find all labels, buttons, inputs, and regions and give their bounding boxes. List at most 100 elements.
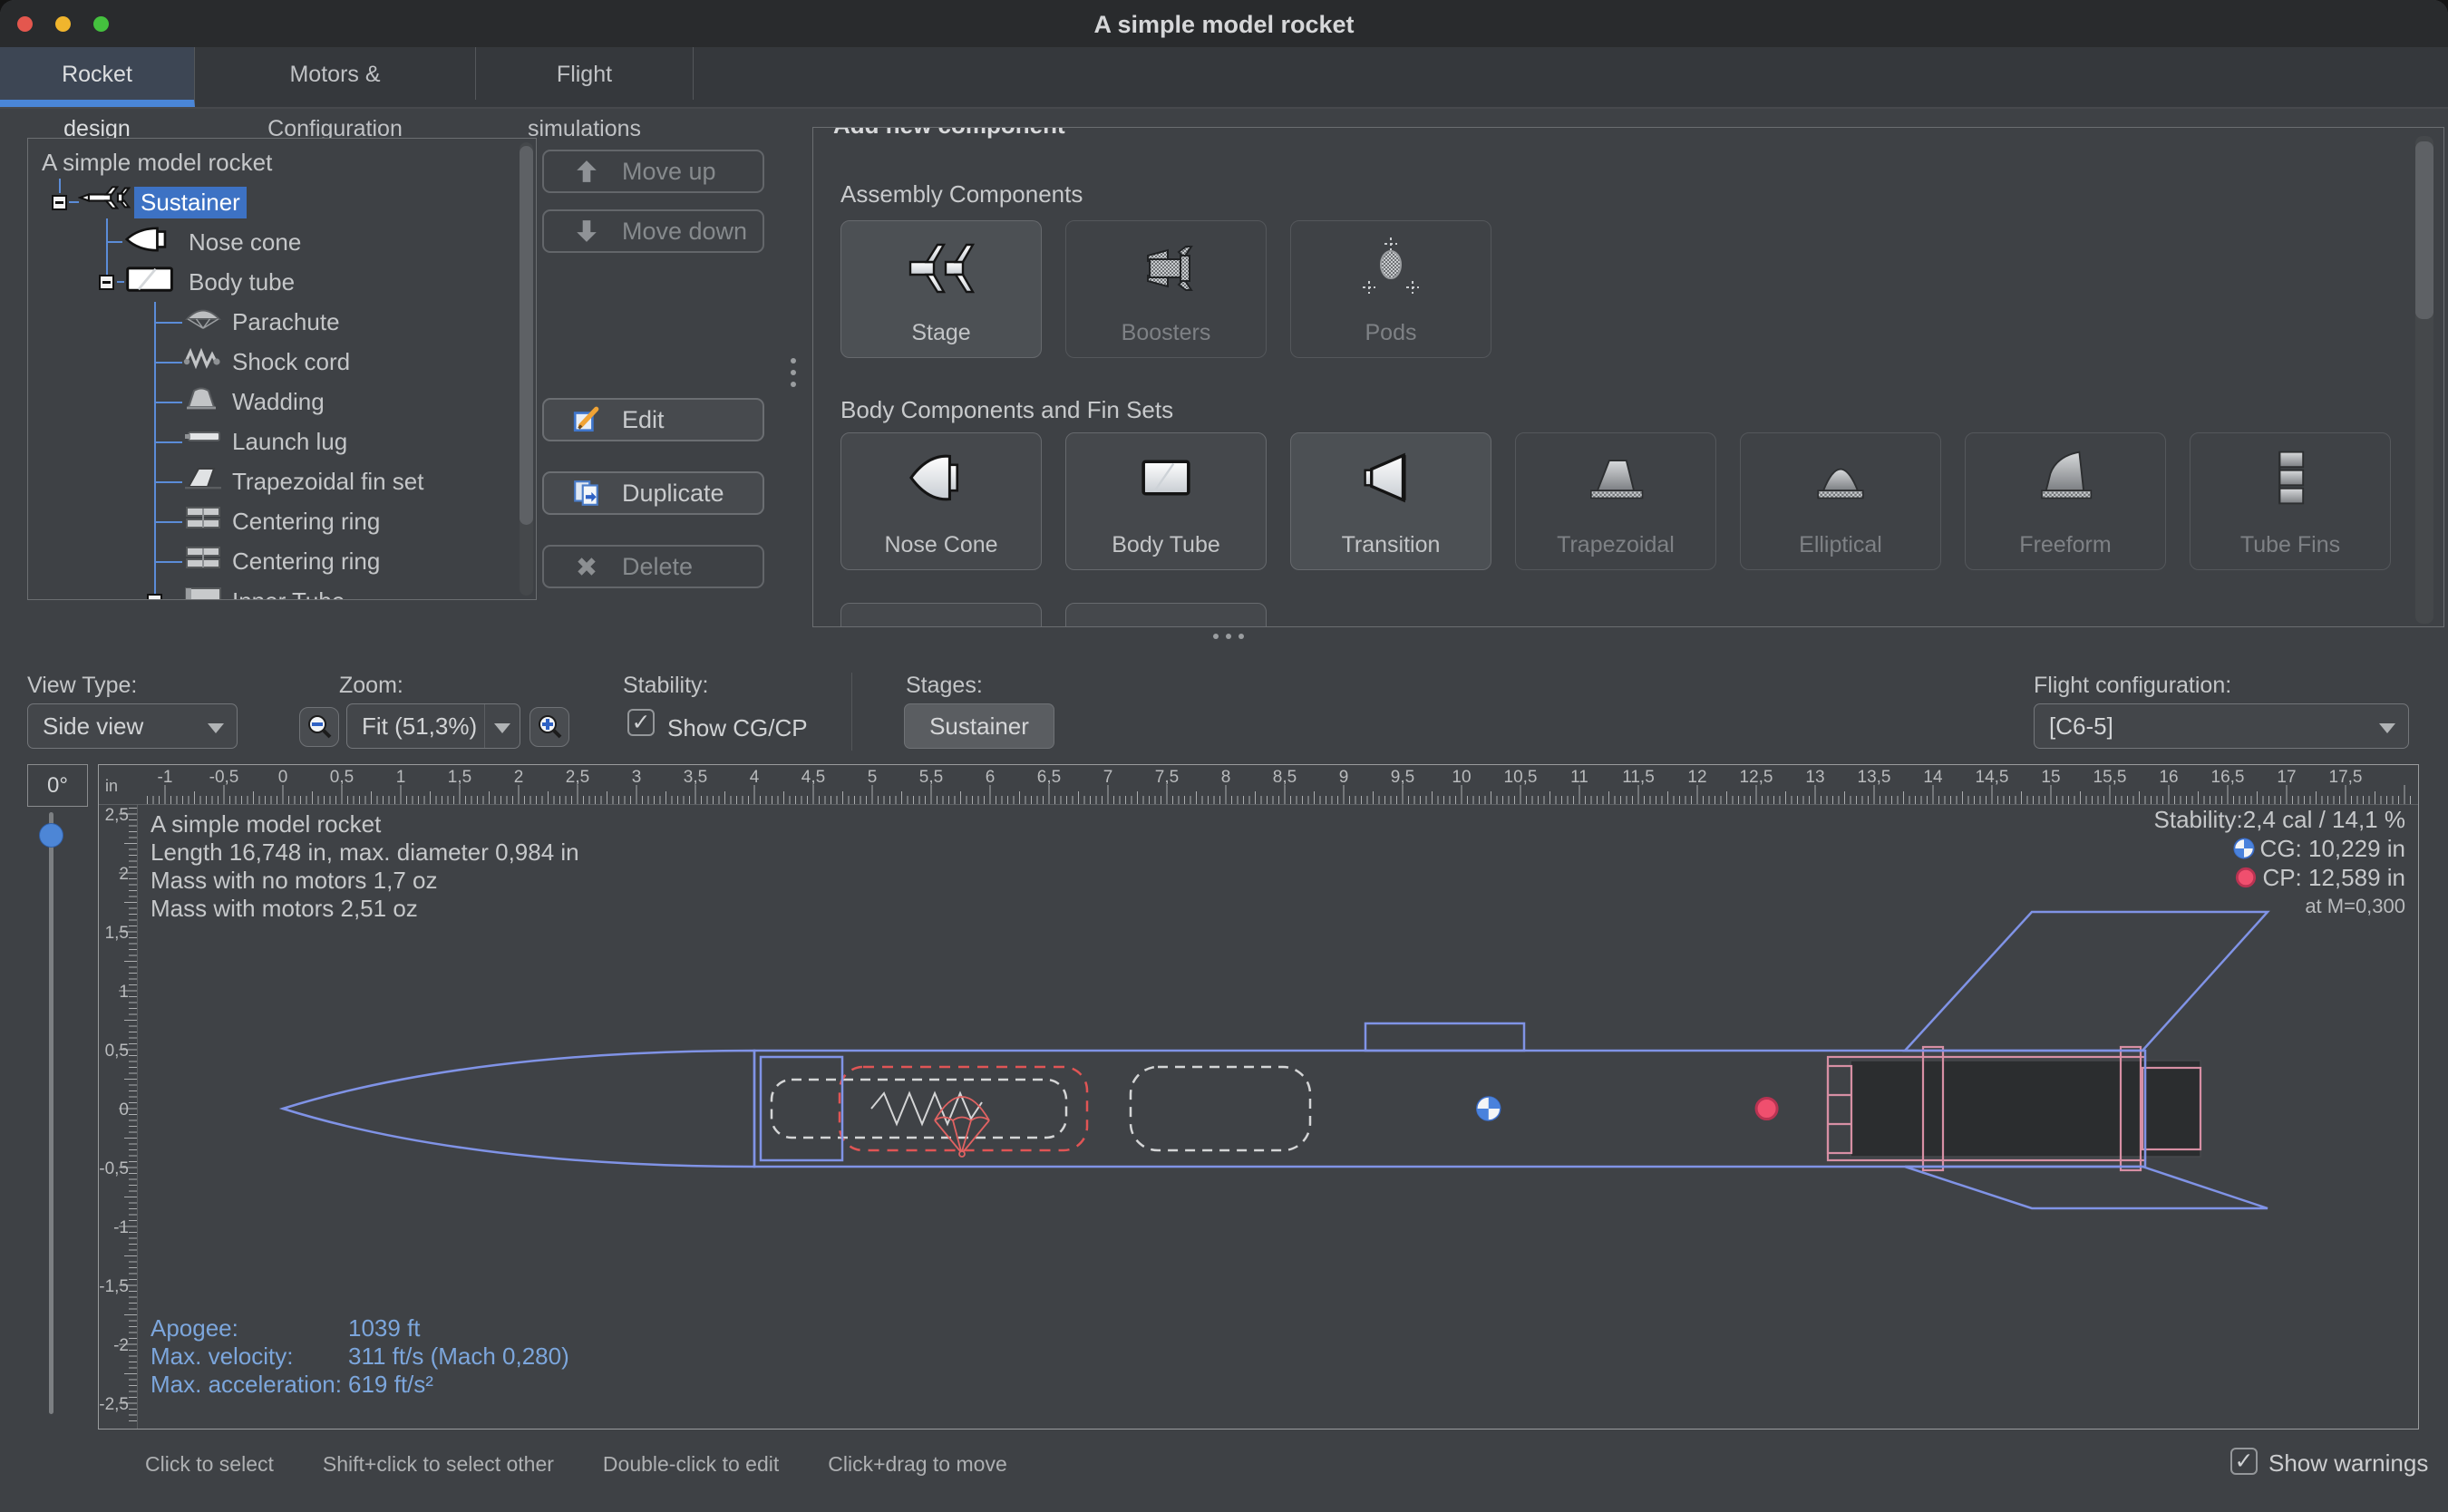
- tab-motors-configuration[interactable]: Motors & Configuration: [195, 47, 476, 100]
- tree-row-nose-cone[interactable]: Nose cone: [28, 223, 536, 261]
- tree-row-sustainer[interactable]: Sustainer: [28, 183, 536, 221]
- nosecone-icon: [841, 442, 1041, 513]
- svg-text:10,5: 10,5: [1504, 768, 1538, 787]
- zoom-out-button[interactable]: [299, 707, 339, 747]
- action-button-label: Delete: [622, 553, 693, 581]
- flight-stats: Apogee:1039 ftMax. velocity:311 ft/s (Ma…: [151, 1314, 569, 1399]
- show-cgcp-checkbox[interactable]: ✓: [627, 709, 655, 736]
- component-freeform-button[interactable]: Freeform: [1965, 432, 2166, 570]
- component-button-clipped[interactable]: [840, 603, 1042, 627]
- tree-row-launch-lug[interactable]: Launch lug: [28, 422, 536, 460]
- component-trapezoidal-button[interactable]: Trapezoidal: [1515, 432, 1716, 570]
- svg-text:1: 1: [119, 983, 129, 1002]
- rotation-angle-box[interactable]: 0°: [27, 764, 88, 807]
- component-stage-button[interactable]: Stage: [840, 220, 1042, 358]
- rocket-drawing: [283, 912, 2268, 1208]
- body-tube-icon: [124, 266, 177, 297]
- tree-row-wadding[interactable]: Wadding: [28, 383, 536, 421]
- component-tube-fins-button[interactable]: Tube Fins: [2190, 432, 2391, 570]
- component-button-clipped[interactable]: [1065, 603, 1267, 627]
- flight-stat-row: Max. acceleration:619 ft/s²: [151, 1371, 569, 1399]
- launch-lug-icon: [183, 425, 223, 451]
- horizontal-splitter-handle[interactable]: [1213, 634, 1244, 639]
- svg-text:6: 6: [986, 768, 996, 787]
- tree-row-shock-cord[interactable]: Shock cord: [28, 343, 536, 381]
- component-button-label: Tube Fins: [2191, 532, 2390, 558]
- stability-text-label: Stability:: [2154, 806, 2243, 833]
- tree-scrollbar-thumb[interactable]: [520, 146, 533, 525]
- component-elliptical-button[interactable]: Elliptical: [1740, 432, 1941, 570]
- tree-item-label: Centering ring: [226, 506, 386, 538]
- svg-text:1,5: 1,5: [105, 924, 129, 943]
- tree-row-trapezoidal-fin-set[interactable]: Trapezoidal fin set: [28, 462, 536, 500]
- tab-flight-simulations[interactable]: Flight simulations: [476, 47, 694, 100]
- engine-block-outline: [1828, 1066, 1851, 1153]
- svg-text:13: 13: [1805, 768, 1824, 787]
- action-button-label: Move up: [622, 158, 716, 186]
- rocket-diagram-canvas[interactable]: -1-0,500,511,522,533,544,555,566,577,588…: [98, 764, 2419, 1430]
- move-up-button[interactable]: Move up: [542, 150, 764, 193]
- delete-button[interactable]: Delete: [542, 545, 764, 588]
- fin-lower-outline: [1905, 1167, 2268, 1208]
- stage-icon: [841, 230, 1041, 306]
- internal-components: [772, 1067, 1310, 1157]
- chevron-down-icon: [2379, 723, 2395, 733]
- zoom-in-button[interactable]: [529, 707, 569, 747]
- view-type-select[interactable]: Side view: [27, 703, 238, 749]
- delete-icon: [571, 554, 602, 579]
- tree-expander-icon[interactable]: [147, 594, 162, 600]
- stage-toggle-sustainer[interactable]: Sustainer: [904, 703, 1054, 749]
- show-cgcp-label: Show CG/CP: [667, 714, 808, 742]
- svg-text:5,5: 5,5: [919, 768, 943, 787]
- svg-text:-1: -1: [113, 1218, 129, 1237]
- component-button-label: Freeform: [1966, 532, 2165, 558]
- tree-row-parachute[interactable]: Parachute: [28, 303, 536, 341]
- chevron-down-icon: [208, 723, 224, 733]
- svg-text:7,5: 7,5: [1155, 768, 1179, 787]
- vertical-splitter-handle[interactable]: [791, 352, 796, 393]
- tree-row-root[interactable]: A simple model rocket: [28, 143, 536, 181]
- tab-rocket-design[interactable]: Rocket design: [0, 47, 195, 107]
- component-body-tube-button[interactable]: Body Tube: [1065, 432, 1267, 570]
- centering-ring-icon: [183, 545, 223, 575]
- svg-text:2: 2: [119, 865, 129, 884]
- tree-row-centering-ring[interactable]: Centering ring: [28, 542, 536, 580]
- svg-text:12,5: 12,5: [1740, 768, 1773, 787]
- rocket-info-line: Mass with motors 2,51 oz: [151, 895, 579, 923]
- tree-row-inner-tube[interactable]: Inner Tube: [28, 582, 536, 600]
- component-pods-button[interactable]: Pods: [1290, 220, 1491, 358]
- add-panel-scrollbar-thumb[interactable]: [2415, 141, 2433, 319]
- rotation-slider-knob[interactable]: [39, 823, 63, 848]
- flight-stat-row: Max. velocity:311 ft/s (Mach 0,280): [151, 1342, 569, 1371]
- zoom-level-select[interactable]: Fit (51,3%): [346, 703, 520, 749]
- tree-expander-icon[interactable]: [52, 195, 67, 210]
- component-nose-cone-button[interactable]: Nose Cone: [840, 432, 1042, 570]
- show-warnings-checkbox[interactable]: ✓: [2230, 1448, 2258, 1475]
- svg-text:2,5: 2,5: [566, 768, 589, 787]
- component-transition-button[interactable]: Transition: [1290, 432, 1491, 570]
- component-tree-panel[interactable]: A simple model rocketSustainerNose cone B…: [27, 138, 537, 600]
- rocket-info-line: A simple model rocket: [151, 810, 579, 838]
- svg-text:1,5: 1,5: [448, 768, 471, 787]
- svg-text:0,5: 0,5: [105, 1042, 129, 1061]
- tree-item-label: Body tube: [182, 267, 301, 298]
- svg-text:17: 17: [2277, 768, 2296, 787]
- flight-config-select[interactable]: [C6-5]: [2034, 703, 2409, 749]
- tree-expander-icon[interactable]: [99, 275, 114, 290]
- parachute-icon: [183, 305, 223, 335]
- tree-row-centering-ring[interactable]: Centering ring: [28, 502, 536, 540]
- rotation-slider-track[interactable]: [49, 812, 53, 1414]
- view-type-value: Side view: [43, 712, 143, 740]
- wadding-outline: [1131, 1067, 1310, 1150]
- magnifier-plus-icon: [536, 713, 563, 741]
- edit-button[interactable]: Edit: [542, 398, 764, 441]
- tree-row-body-tube[interactable]: Body tube: [28, 263, 536, 301]
- component-boosters-button[interactable]: Boosters: [1065, 220, 1267, 358]
- svg-text:-2,5: -2,5: [99, 1395, 129, 1414]
- duplicate-button[interactable]: Duplicate: [542, 471, 764, 515]
- rocket-info-line: Mass with no motors 1,7 oz: [151, 867, 579, 895]
- stability-info: Stability:2,4 cal / 14,1 % CG: 10,229 in…: [2154, 805, 2406, 921]
- cp-label: CP:: [2262, 864, 2301, 891]
- move-down-button[interactable]: Move down: [542, 209, 764, 253]
- shock-cord-icon: [183, 345, 223, 375]
